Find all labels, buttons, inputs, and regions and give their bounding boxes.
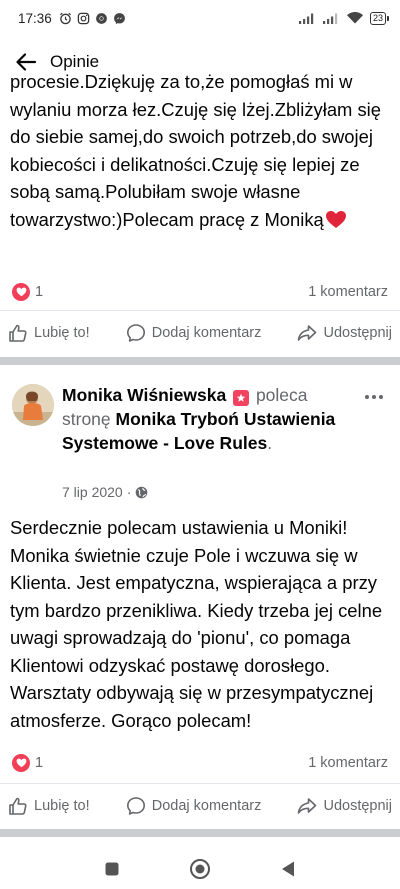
more-dots-icon [365, 395, 383, 399]
heart-reaction-icon[interactable] [12, 283, 30, 301]
recents-button-icon[interactable] [104, 861, 120, 877]
share-icon [298, 797, 317, 814]
author-name[interactable]: Monika Wiśniewska [62, 385, 226, 405]
review1-text-container: procesie.Dziękuję za to,że pomogłaś mi w… [0, 62, 400, 274]
comment-icon [126, 796, 145, 815]
comment-icon [126, 323, 145, 342]
review2-meta: 7 lip 2020 · [62, 484, 148, 500]
share-button[interactable]: Udostępnij [297, 796, 392, 816]
review2-comments-count[interactable]: 1 komentarz [308, 755, 388, 771]
like-label: Lubię to! [34, 324, 90, 341]
comment-label: Dodaj komentarz [151, 324, 262, 341]
review2-actions: Lubię to! Dodaj komentarz Udostępnij [0, 783, 400, 827]
chrome-icon [95, 12, 107, 24]
review1-actions: Lubię to! Dodaj komentarz Udostępnij [0, 310, 400, 354]
system-nav-bar [0, 849, 400, 889]
comment-button[interactable]: Dodaj komentarz [126, 796, 262, 816]
post-date[interactable]: 7 lip 2020 [62, 484, 123, 500]
like-label: Lubię to! [34, 797, 90, 814]
review1-reaction-count[interactable]: 1 [35, 284, 43, 300]
alarm-icon [59, 12, 71, 24]
like-button[interactable]: Lubię to! [8, 323, 90, 343]
thumbs-up-icon [9, 324, 27, 342]
review2-text: Serdecznie polecam ustawienia u Moniki! … [10, 517, 383, 731]
review2-header: Monika Wiśniewska poleca stronę Monika T… [0, 380, 400, 510]
recommend-badge-icon [233, 390, 250, 406]
instagram-icon [77, 12, 90, 24]
thumbs-up-icon [9, 797, 27, 815]
signal-icon [298, 13, 314, 24]
share-icon [298, 324, 317, 341]
like-button[interactable]: Lubię to! [8, 796, 90, 816]
share-button[interactable]: Udostępnij [297, 323, 392, 343]
wifi-icon [346, 12, 363, 24]
battery-indicator: 23 [369, 11, 390, 25]
review1-text: procesie.Dziękuję za to,że pomogłaś mi w… [10, 68, 394, 233]
comment-button[interactable]: Dodaj komentarz [126, 323, 262, 343]
status-time: 17:36 [18, 10, 52, 26]
review1-body: procesie.Dziękuję za to,że pomogłaś mi w… [10, 71, 381, 230]
heart-emoji-icon [325, 210, 346, 228]
back-nav-button-icon[interactable] [280, 860, 296, 878]
heart-reaction-icon[interactable] [12, 754, 30, 772]
review1-stats: 1 1 komentarz [0, 274, 400, 310]
review2-author-line: Monika Wiśniewska poleca stronę Monika T… [62, 383, 352, 455]
avatar[interactable] [12, 384, 54, 426]
signal-2-icon [322, 13, 338, 24]
status-bar: 17:36 23 [0, 0, 400, 36]
review2-stats: 1 1 komentarz [0, 745, 400, 781]
post-separator-2 [0, 829, 400, 837]
avatar-image [12, 384, 54, 426]
post-separator [0, 357, 400, 365]
review2-reaction-count[interactable]: 1 [35, 755, 43, 771]
recommends-label: poleca [255, 385, 308, 405]
messenger-icon [113, 12, 125, 24]
more-options-button[interactable] [364, 384, 384, 405]
review1-comments-count[interactable]: 1 komentarz [308, 284, 388, 300]
share-label: Udostępnij [323, 797, 392, 814]
globe-icon [136, 486, 148, 498]
status-right: 23 [298, 11, 390, 25]
home-button-icon[interactable] [189, 858, 211, 880]
status-left: 17:36 [18, 11, 126, 26]
comment-label: Dodaj komentarz [151, 797, 262, 814]
share-label: Udostępnij [323, 324, 392, 341]
page-prefix-label: stronę [62, 409, 111, 429]
page-name-period: . [267, 433, 273, 453]
meta-separator: · [126, 484, 132, 500]
